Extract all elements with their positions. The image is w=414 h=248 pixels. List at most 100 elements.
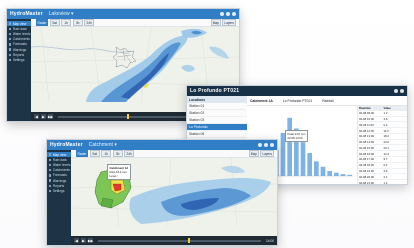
step-back-icon[interactable]: ◀: [34, 114, 39, 119]
sidebar-item-settings[interactable]: Settings: [7, 57, 31, 62]
window-title: Lo Profundo PT021: [190, 88, 240, 94]
minimize-icon[interactable]: [394, 89, 398, 93]
minimize-icon[interactable]: [220, 12, 224, 16]
sidebar-item-label: Catchments: [52, 168, 70, 173]
fast-forward-icon[interactable]: ▶▶: [48, 114, 53, 119]
maximize-icon[interactable]: [226, 12, 230, 16]
gear-icon: [49, 189, 52, 193]
rainfall-bar[interactable]: [307, 153, 312, 176]
rainfall-bar[interactable]: [334, 172, 339, 176]
timeline-thumb[interactable]: [127, 114, 130, 119]
radar-toggle-button[interactable]: Radar: [35, 19, 49, 26]
timeline-thumb[interactable]: [187, 238, 190, 243]
layers-button[interactable]: Layers: [222, 19, 236, 26]
table-cell: 02-08 12:00: [359, 128, 374, 133]
sidebar-item-label: Warnings: [52, 178, 67, 183]
range-3h-button[interactable]: 3h: [72, 19, 83, 26]
minimize-icon[interactable]: [258, 143, 262, 147]
app-name: HydroMaster: [10, 11, 43, 17]
table-cell: 2.1: [383, 174, 388, 179]
radar-toggle-button[interactable]: Radar: [75, 150, 89, 157]
sidebar: Map view Rain data Water levels Catchmen…: [7, 19, 31, 121]
rainfall-bar[interactable]: [320, 166, 326, 176]
title-bar: HydroMaster Lakeview ▾: [7, 9, 239, 19]
sidebar-item-label: Rain data: [52, 157, 67, 162]
map-icon: [49, 153, 52, 156]
map-toolbar: Radar Sat 1h 3h 24h Map Layers: [31, 19, 239, 27]
location-row[interactable]: Lo Profundo: [187, 124, 247, 131]
play-icon[interactable]: ▶: [41, 114, 46, 119]
rain-icon: [9, 27, 12, 30]
catchment-field: Catchment 1A: [250, 98, 273, 103]
table-cell: 20.1: [383, 145, 389, 150]
tooltip-time: 02-08 14:00: [287, 136, 303, 140]
location-row[interactable]: Station 05: [187, 131, 247, 138]
table-cell: 02-08 16:00: [359, 151, 374, 156]
location-row[interactable]: Station 01: [187, 103, 247, 110]
catchment-map-window: HydroMaster Catchment ▾ Map view Rain da…: [46, 139, 278, 246]
table-cell: 02-08 13:00: [359, 134, 374, 139]
project-selector[interactable]: Lakeview ▾: [49, 11, 74, 17]
layers-button[interactable]: Layers: [260, 150, 274, 157]
range-1h-button[interactable]: 1h: [101, 150, 112, 157]
range-1h-button[interactable]: 1h: [61, 19, 72, 26]
rainfall-bar[interactable]: [347, 174, 352, 176]
close-icon[interactable]: [232, 12, 236, 16]
table-cell: 02-08 09:00: [359, 111, 374, 116]
sidebar-item-label: Forecasts: [12, 42, 27, 47]
warning-icon: [49, 179, 52, 182]
warning-icon: [9, 48, 12, 51]
report-icon: [49, 184, 52, 187]
rainfall-bar[interactable]: [327, 171, 332, 176]
fast-forward-icon[interactable]: ▶▶: [88, 238, 93, 243]
table-cell: 02-08 20:00: [359, 174, 374, 179]
water-icon: [49, 163, 52, 167]
maximize-icon[interactable]: [264, 143, 268, 147]
satellite-toggle-button[interactable]: Sat: [49, 19, 60, 26]
sidebar-item-label: Map view: [12, 21, 27, 26]
catchment-map[interactable]: Catchment 1A Rain 18.4 mm Level ↑: [71, 158, 277, 236]
table-cell: 02-08 14:00: [359, 140, 374, 145]
close-icon[interactable]: [400, 89, 404, 93]
rainfall-bar[interactable]: [340, 174, 346, 176]
project-selector[interactable]: Catchment ▾: [89, 142, 117, 148]
sidebar-item-label: Forecasts: [52, 173, 67, 178]
table-row[interactable]: 02-08 21:00 1.4: [358, 180, 407, 185]
screenshot-collage: HydroMaster Lakeview ▾ Map view Rain dat…: [0, 0, 414, 248]
step-back-icon[interactable]: ◀: [74, 238, 79, 243]
range-24h-button[interactable]: 24h: [84, 19, 95, 26]
sidebar-item-label: Reports: [52, 183, 65, 188]
rainfall-bar[interactable]: [287, 117, 292, 176]
window-controls: [220, 12, 236, 16]
table-cell: 9.7: [383, 157, 388, 162]
app-name: HydroMaster: [50, 142, 83, 148]
table-cell: 02-08 11:00: [359, 122, 374, 127]
location-row[interactable]: Station 02: [187, 110, 247, 117]
sidebar-item-label: Water levels: [12, 31, 31, 36]
title-bar: HydroMaster Catchment ▾: [47, 140, 277, 150]
play-icon[interactable]: ▶: [81, 238, 86, 243]
map-style-button[interactable]: Map: [210, 19, 221, 26]
rainfall-bar[interactable]: [300, 142, 306, 176]
location-row[interactable]: Station 03: [187, 117, 247, 124]
timeline-time: 14:00: [266, 238, 274, 243]
table-cell: 11.0: [383, 128, 389, 133]
sidebar-item-settings[interactable]: Settings: [47, 188, 71, 193]
popup-level-trend: Level ↑: [109, 174, 119, 178]
rain-icon: [49, 158, 52, 161]
table-cell: 02-08 18:00: [359, 163, 374, 168]
timeline-track[interactable]: [98, 238, 262, 243]
table-cell: 1.4: [383, 180, 388, 185]
table-cell: 14.3: [383, 151, 389, 156]
map-style-button[interactable]: Map: [248, 150, 259, 157]
info-bar: Catchment 1A Lo Profundo PT021 Rainfall: [247, 96, 407, 106]
catchment-icon: [9, 37, 12, 41]
data-table: Datetime Value 02-08 09:00 1.2 02-08 10:00…: [357, 106, 407, 184]
close-icon[interactable]: [270, 143, 274, 147]
range-24h-button[interactable]: 24h: [124, 150, 135, 157]
satellite-toggle-button[interactable]: Sat: [89, 150, 100, 157]
table-cell: 6.4: [383, 122, 388, 127]
range-3h-button[interactable]: 3h: [112, 150, 123, 157]
rainfall-bar[interactable]: [314, 161, 319, 176]
window-controls: [394, 89, 404, 93]
